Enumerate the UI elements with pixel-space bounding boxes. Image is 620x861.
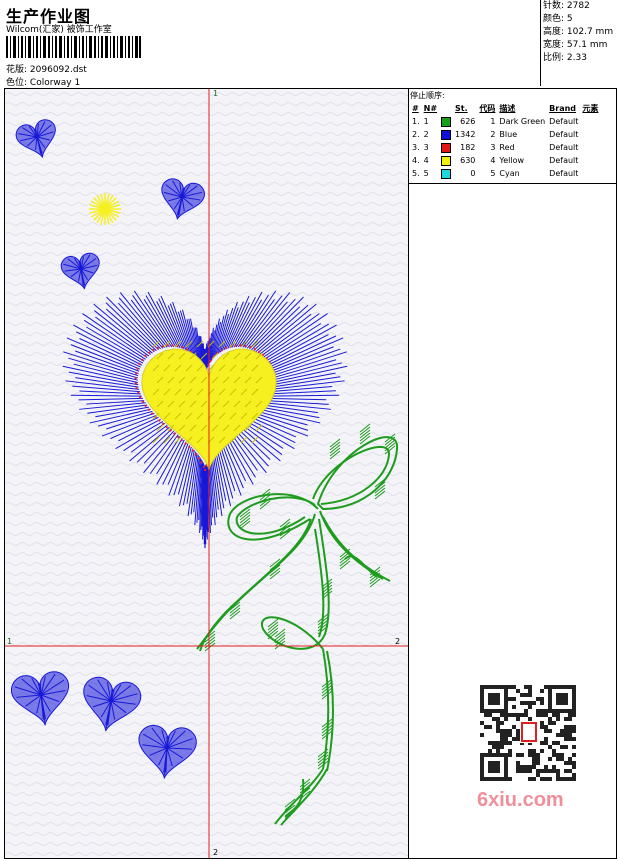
colorway-value: Colorway 1	[29, 78, 81, 88]
yellow-sun	[89, 193, 121, 225]
row-brand: Default	[549, 156, 579, 165]
col-header-number: N#	[423, 104, 438, 113]
row-description: Blue	[499, 130, 518, 139]
studio-subtitle: Wilcom(汇家) 被饰工作室	[6, 25, 112, 35]
qr-code	[470, 680, 585, 785]
row-index: 2.	[412, 130, 420, 139]
table-row: 5. 5 0 5 Cyan Default	[410, 167, 600, 180]
design-file-name: 2096092.dst	[29, 65, 87, 75]
color-swatch-icon	[441, 168, 452, 179]
row-stitches: 626	[460, 117, 476, 126]
watermark-text: 6xiu.com	[477, 789, 564, 811]
color-swatch-icon	[441, 155, 452, 166]
colorway-label: 色位:	[6, 78, 28, 88]
color-swatch-icon	[441, 129, 452, 140]
stat-scale: 比例: 2.33	[543, 53, 587, 63]
table-row: 4. 4 630 4 Yellow Default	[410, 154, 600, 167]
stop-sequence-panel: 停止顺序: # N# St. 代码 描述 Brand 元素 1. 1 626 1 Dar…	[410, 90, 616, 180]
row-stitches: 0	[470, 169, 476, 178]
row-description: Cyan	[499, 169, 520, 178]
table-header-row: # N# St. 代码 描述 Brand 元素	[410, 102, 600, 115]
stop-sequence-table: # N# St. 代码 描述 Brand 元素 1. 1 626 1 Dark Gree…	[410, 102, 600, 180]
stat-width: 宽度: 57.1 mm	[543, 40, 608, 50]
row-stitches: 630	[460, 156, 476, 165]
barcode	[6, 36, 141, 58]
row-code: 4	[490, 156, 496, 165]
col-header-brand: Brand	[549, 104, 577, 113]
axis-label-top: 1	[213, 89, 218, 98]
row-brand: Default	[549, 117, 579, 126]
row-description: Yellow	[499, 156, 525, 165]
axis-label-right: 2	[395, 637, 400, 646]
row-number: 4	[423, 156, 429, 165]
design-file-line: 花版: 2096092.dst	[6, 62, 87, 75]
row-number: 1	[423, 117, 429, 126]
table-row: 3. 3 182 3 Red Default	[410, 141, 600, 154]
color-swatch	[439, 154, 453, 167]
axis-label-bottom: 2	[213, 848, 218, 857]
row-code: 5	[490, 169, 496, 178]
row-brand: Default	[549, 130, 579, 139]
embroidery-preview: 1 2 1 2	[5, 89, 408, 858]
row-number: 5	[423, 169, 429, 178]
stat-colors: 颜色: 5	[543, 14, 573, 24]
col-header-description: 描述	[499, 104, 516, 113]
color-swatch	[439, 128, 453, 141]
color-swatch	[439, 167, 453, 180]
row-number: 2	[423, 130, 429, 139]
row-stitches: 1342	[455, 130, 476, 139]
row-stitches: 182	[460, 143, 476, 152]
row-description: Red	[499, 143, 515, 152]
design-label: 花版:	[6, 65, 28, 75]
row-code: 1	[490, 117, 496, 126]
design-stats: 针数: 2782 颜色: 5 高度: 102.7 mm 宽度: 57.1 mm …	[540, 0, 620, 86]
stat-height: 高度: 102.7 mm	[543, 27, 614, 37]
row-description: Dark Green	[499, 117, 546, 126]
stop-sequence-title: 停止顺序:	[410, 91, 445, 100]
row-index: 4.	[412, 156, 420, 165]
stat-stitches: 针数: 2782	[543, 1, 590, 11]
row-brand: Default	[549, 143, 579, 152]
color-swatch-icon	[441, 142, 452, 153]
row-index: 5.	[412, 169, 420, 178]
color-swatch	[439, 115, 453, 128]
row-number: 3	[423, 143, 429, 152]
row-code: 3	[490, 143, 496, 152]
row-index: 1.	[412, 117, 420, 126]
col-header-index: #	[412, 104, 419, 113]
table-divider	[409, 183, 616, 184]
table-row: 1. 1 626 1 Dark Green Default	[410, 115, 600, 128]
color-swatch-icon	[441, 116, 452, 127]
col-header-code: 代码	[479, 104, 496, 113]
row-brand: Default	[549, 169, 579, 178]
table-row: 2. 2 1342 2 Blue Default	[410, 128, 600, 141]
design-canvas: 1 2 1 2	[5, 89, 408, 858]
color-swatch	[439, 141, 453, 154]
axis-label-left: 1	[7, 637, 12, 646]
row-index: 3.	[412, 143, 420, 152]
col-header-stitches: St.	[455, 104, 468, 113]
col-header-element: 元素	[582, 104, 599, 113]
panel-divider	[408, 89, 409, 858]
row-code: 2	[490, 130, 496, 139]
colorway-line: 色位: Colorway 1	[6, 75, 80, 88]
